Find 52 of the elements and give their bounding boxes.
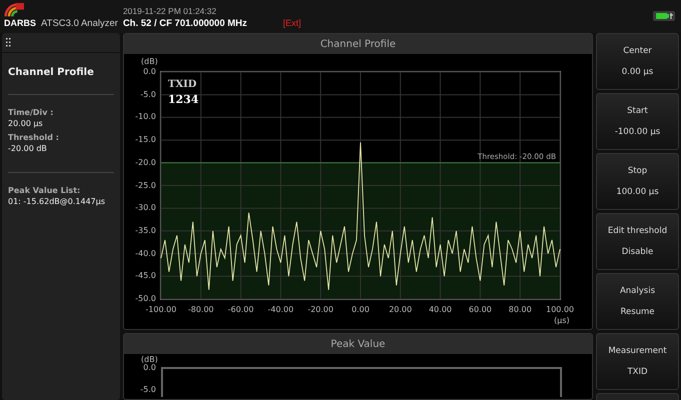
brand-name: DARBS — [4, 19, 36, 28]
axis-tick-label: -15.0 — [134, 136, 156, 144]
overlay-label: TXID — [168, 80, 197, 90]
panel-title: Peak Value — [124, 334, 592, 354]
softkey-button[interactable]: Center 0.00 μs — [596, 33, 679, 90]
axis-tick-label: 100.00 — [545, 306, 575, 314]
field-value: 01: -15.62dB@0.1447μs — [8, 196, 106, 207]
axis-tick-label: -45.0 — [134, 272, 156, 280]
axis-tick-label: 60.00 — [468, 306, 493, 314]
axis-tick-label: -60.00 — [226, 306, 255, 314]
panel-title: Channel Profile — [124, 34, 592, 54]
axis-tick-label: -30.0 — [134, 204, 156, 212]
axis-tick-label: -40.00 — [266, 306, 295, 314]
axis-tick-label: -25.0 — [134, 182, 156, 190]
axis-tick-label: -80.00 — [186, 306, 215, 314]
axis-tick-label: -40.0 — [134, 250, 156, 258]
source-indicator: [Ext] — [283, 19, 302, 28]
logo-icon — [4, 3, 24, 18]
axis-tick-label: 0.0 — [142, 364, 156, 372]
field-label: Threshold : — [8, 132, 60, 143]
softkey-button[interactable]: Analysis Resume — [596, 273, 679, 330]
axis-tick-label: 40.00 — [428, 306, 453, 314]
axis-tick-label: -50.0 — [134, 295, 156, 303]
axis-tick-label: -5.0 — [139, 90, 156, 99]
axis-tick-label: 80.00 — [508, 306, 533, 314]
channel-frequency: Ch. 52 / CF 701.000000 MHz — [122, 18, 248, 28]
axis-tick-label: -35.0 — [134, 226, 156, 235]
overlay-value: 1234 — [168, 94, 199, 105]
softkey-button[interactable]: Edit threshold Disable — [596, 213, 679, 270]
axis-tick-label: -5.0 — [139, 386, 156, 394]
axis-tick-label: -20.0 — [134, 158, 156, 167]
softkey-button[interactable]: Stop 100.00 μs — [596, 153, 679, 210]
timestamp: 2019-11-22 PM 01:24:32 — [122, 7, 216, 16]
battery-icon — [653, 11, 675, 21]
axis-unit: (μs) — [554, 317, 570, 325]
axis-unit: (dB) — [141, 56, 158, 68]
softkey-button[interactable]: Measurement TXID — [596, 333, 679, 390]
axis-tick-label: 0.0 — [142, 68, 156, 76]
drag-handle-icon[interactable] — [6, 38, 11, 47]
app-title: ATSC3.0 Analyzer — [41, 18, 118, 28]
axis-tick-label: 20.00 — [388, 306, 413, 314]
axis-tick-label: -20.00 — [306, 306, 334, 314]
field-value: 20.00 μs — [8, 118, 44, 129]
field-label: Peak Value List: — [8, 185, 82, 196]
field-label: Time/Div : — [8, 107, 54, 118]
sidebar-title: Channel Profile — [8, 65, 114, 95]
axis-unit: (dB) — [141, 356, 158, 364]
softkey-button[interactable]: Start -100.00 μs — [596, 93, 679, 150]
axis-tick-label: -10.0 — [134, 113, 156, 122]
field-value: -20.00 dB — [8, 143, 48, 154]
axis-tick-label: 0.00 — [350, 306, 370, 314]
axis-tick-label: -100.00 — [144, 306, 178, 314]
